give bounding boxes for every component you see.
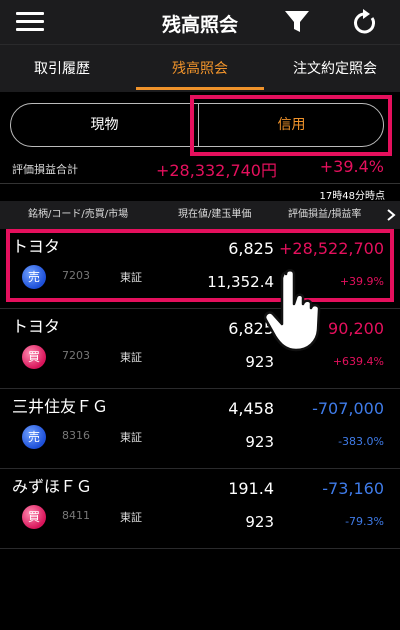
- buy-badge: 買: [22, 505, 46, 529]
- tab-active-indicator: [136, 87, 264, 90]
- tab-order-execution[interactable]: 注文約定照会: [270, 45, 400, 93]
- market: 東証: [120, 431, 142, 444]
- current-price: 191.4: [228, 479, 274, 498]
- app-header: 残高照会: [0, 0, 400, 44]
- total-pl-rate: +39.4%: [319, 157, 384, 176]
- position-row[interactable]: みずほＦＧ 買 8411 東証 191.4 923 -73,160 -79.3%: [0, 469, 400, 549]
- market: 東証: [120, 511, 142, 524]
- stock-name: 三井住友ＦＧ: [12, 397, 109, 416]
- unit-price: 923: [245, 353, 274, 371]
- column-header: 銘柄/コード/売買/市場 現在値/建玉単価 評価損益/損益率: [0, 201, 400, 229]
- pl-rate: -383.0%: [338, 435, 384, 448]
- filter-icon[interactable]: [284, 10, 310, 34]
- stock-name: トヨタ: [12, 317, 61, 336]
- highlight-box: [190, 95, 392, 156]
- column-symbol: 銘柄/コード/売買/市場: [28, 209, 129, 220]
- unit-price: 923: [245, 433, 274, 451]
- column-price: 現在値/建玉単価: [178, 209, 252, 220]
- buy-badge: 買: [22, 345, 46, 369]
- unit-price: 923: [245, 513, 274, 531]
- pl-value: -73,160: [322, 479, 384, 498]
- total-pl-label: 評価損益合計: [12, 163, 78, 176]
- tab-trade-history[interactable]: 取引履歴: [0, 45, 124, 93]
- pl-rate: -79.3%: [345, 515, 384, 528]
- page-title: 残高照会: [161, 14, 238, 36]
- divider: [0, 183, 400, 184]
- pl-value: -707,000: [312, 399, 384, 418]
- market: 東証: [120, 351, 142, 364]
- chevron-right-icon[interactable]: [386, 209, 396, 221]
- row-highlight-box: [6, 229, 394, 302]
- timestamp: 17時48分時点: [319, 191, 385, 202]
- stock-code: 8316: [62, 429, 90, 442]
- total-pl-value: +28,332,740円: [155, 161, 277, 180]
- refresh-icon[interactable]: [352, 8, 378, 36]
- current-price: 6,825: [228, 319, 274, 338]
- tab-bar: 取引履歴 残高照会 注文約定照会: [0, 44, 400, 92]
- tab-balance[interactable]: 残高照会: [136, 45, 264, 93]
- sell-badge: 売: [22, 425, 46, 449]
- stock-code: 8411: [62, 509, 90, 522]
- stock-code: 7203: [62, 349, 90, 362]
- column-pl: 評価損益/損益率: [288, 209, 362, 220]
- position-row[interactable]: 三井住友ＦＧ 売 8316 東証 4,458 923 -707,000 -383…: [0, 389, 400, 469]
- pointing-hand-icon: [264, 269, 321, 352]
- segment-cash[interactable]: 現物: [11, 104, 198, 146]
- position-row[interactable]: トヨタ 買 7203 東証 6,825 923 90,200 +639.4%: [0, 309, 400, 389]
- current-price: 4,458: [228, 399, 274, 418]
- stock-name: みずほＦＧ: [12, 477, 93, 496]
- pl-rate: +639.4%: [332, 355, 384, 368]
